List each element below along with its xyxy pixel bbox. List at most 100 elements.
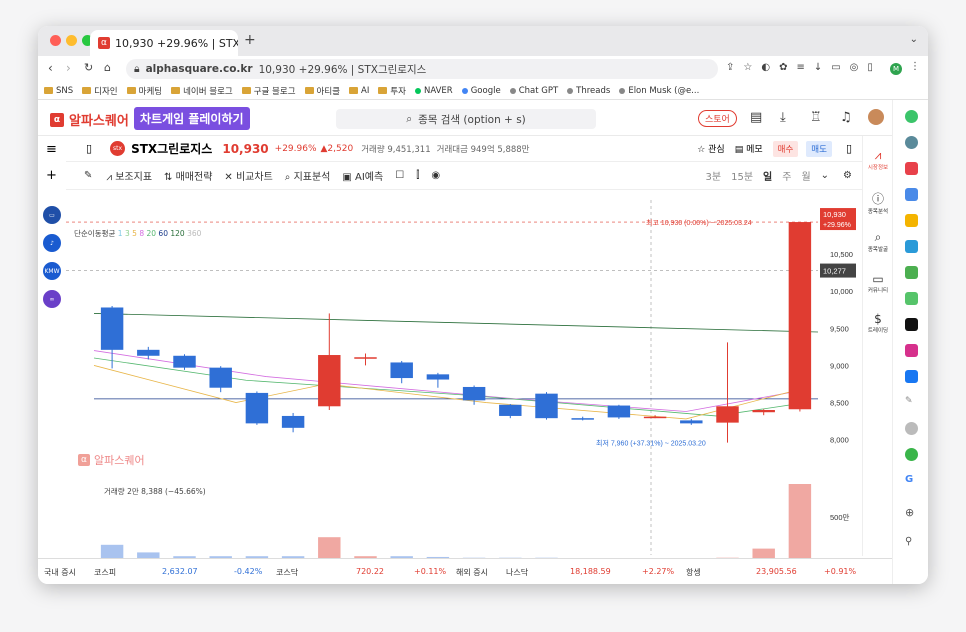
extension-icon[interactable] (905, 292, 918, 305)
camera-icon[interactable]: ◉ (431, 170, 440, 181)
market-info-menu[interactable]: ⩘ 시장정보 (863, 148, 893, 171)
plus-icon[interactable]: + (46, 168, 57, 183)
interval-week[interactable]: 주 (782, 168, 791, 183)
kosdaq-label[interactable]: 코스닥 (276, 567, 298, 578)
chart-area[interactable]: 10,500 10,000 9,500 9,000 8,500 8,000 500만 10,9… (66, 190, 862, 578)
interval-3m[interactable]: 3분 (706, 168, 722, 183)
profile-icon[interactable]: M (890, 63, 902, 75)
hangseng-label[interactable]: 항셍 (686, 567, 701, 578)
extension-icon[interactable] (905, 422, 918, 435)
bookmark-item[interactable]: 아티클 (304, 85, 340, 97)
url-field[interactable]: 🔒︎ alphasquare.co.kr 10,930 +29.96% | STX그… (126, 59, 718, 79)
candle-type-icon[interactable]: ⫿ (416, 170, 419, 181)
square-icon[interactable]: ☐ (395, 170, 404, 181)
community-menu[interactable]: ▭ 커뮤니티 (863, 272, 893, 294)
ma-60[interactable]: 60 (158, 229, 168, 238)
price-chart[interactable]: 10,500 10,000 9,500 9,000 8,500 8,000 500만 10,9… (66, 190, 862, 578)
menu-icon[interactable]: ⋮ (910, 61, 920, 72)
bookmark-item[interactable]: NAVER (414, 86, 453, 96)
interval-day[interactable]: 일 (763, 168, 772, 183)
tab-list-chevron-icon[interactable]: ⌄ (910, 34, 918, 45)
bookmark-item[interactable]: 마케팅 (126, 85, 162, 97)
ma-120[interactable]: 120 (170, 229, 184, 238)
trophy-icon[interactable]: ♖ (810, 110, 822, 125)
edge-icon[interactable] (905, 240, 918, 253)
pen-icon[interactable]: ✎ (905, 396, 918, 409)
sell-button[interactable]: 매도 (806, 140, 832, 157)
stock-name[interactable]: STX그린로지스 (131, 140, 212, 157)
ma-3[interactable]: 3 (125, 229, 130, 238)
compare-button[interactable]: ✕ 비교차트 (224, 168, 272, 183)
extension-icon[interactable] (905, 136, 918, 149)
extension-icon[interactable] (905, 188, 918, 201)
app-icon-4[interactable]: ∞ (43, 290, 61, 308)
analysis-button[interactable]: ⌕ 지표분석 (285, 168, 331, 183)
ma-8[interactable]: 8 (139, 229, 144, 238)
strategy-button[interactable]: ⇅ 매매전략 (164, 168, 212, 183)
chart-game-button[interactable]: 차트게임 플레이하기 (134, 107, 250, 130)
settings-icon[interactable]: ⚙ (843, 170, 852, 181)
bookmark-item[interactable]: 디자인 (82, 85, 118, 97)
site-logo[interactable]: α 알파스퀘어 (50, 110, 129, 129)
extension-icon[interactable] (905, 266, 918, 279)
interval-month[interactable]: 월 (801, 168, 810, 183)
reload-icon[interactable]: ↻ (84, 61, 93, 74)
indicator-button[interactable]: ⩘ 보조지표 (106, 168, 152, 183)
interval-15m[interactable]: 15분 (731, 168, 753, 183)
close-window-button[interactable] (50, 35, 61, 46)
home-icon[interactable]: ⌂ (104, 61, 111, 74)
bookmark-item[interactable]: 네이버 블로그 (171, 85, 233, 97)
nasdaq-label[interactable]: 나스닥 (506, 567, 528, 578)
ai-predict-button[interactable]: ▣ AI예측 (342, 168, 383, 183)
memo-button[interactable]: ▤ 메모 (735, 142, 763, 155)
minimize-window-button[interactable] (66, 35, 77, 46)
bookmark-item[interactable]: Google (461, 86, 501, 96)
extension-icon[interactable] (905, 448, 918, 461)
settings-icon[interactable]: ⚲ (905, 536, 918, 549)
draw-icon[interactable]: ✎ (84, 170, 92, 181)
layout-icon[interactable]: ▯ (846, 142, 852, 155)
back-icon[interactable]: ‹ (48, 61, 53, 75)
browser-toolbar-icons[interactable]: ⇪☆◐✿≡↓▭◎▯ (726, 62, 882, 73)
extension-icon[interactable] (905, 214, 918, 227)
ma-360[interactable]: 360 (187, 229, 201, 238)
notes-icon[interactable]: ▤ (750, 110, 762, 125)
ma-20[interactable]: 20 (146, 229, 156, 238)
new-tab-button[interactable]: + (244, 32, 256, 48)
tiktok-icon[interactable] (905, 318, 918, 331)
bookmark-item[interactable]: Elon Musk (@e... (619, 86, 699, 96)
bookmark-item[interactable]: 투자 (378, 85, 406, 97)
chevron-down-icon[interactable]: ⌄ (821, 170, 829, 181)
favorite-button[interactable]: ☆ 관심 (697, 142, 725, 155)
avatar[interactable] (868, 109, 884, 125)
kmw-icon[interactable]: KMW (43, 262, 61, 280)
stock-discovery-menu[interactable]: ⌕ 종목발굴 (863, 230, 893, 253)
buy-button[interactable]: 매수 (772, 140, 799, 157)
stock-search-input[interactable]: ⌕ 종목 검색 (option + s) (336, 109, 596, 129)
extension-icon[interactable] (905, 110, 918, 123)
forward-icon[interactable]: › (66, 61, 71, 75)
kospi-label[interactable]: 코스피 (94, 567, 116, 578)
app-icon-2[interactable]: ♪ (43, 234, 61, 252)
menu-icon[interactable]: ≡ (46, 142, 57, 157)
bookmark-item[interactable]: Threads (567, 86, 610, 96)
panel-icon[interactable]: ▯ (86, 142, 92, 155)
stock-analysis-menu[interactable]: ⓘ 종목분석 (863, 190, 893, 215)
ma-1[interactable]: 1 (118, 229, 123, 238)
store-button[interactable]: 스토어 (698, 110, 737, 127)
pocket-icon[interactable] (905, 162, 918, 175)
bell-icon[interactable]: ♫ (840, 110, 852, 125)
app-icon-1[interactable]: ▭ (43, 206, 61, 224)
bookmark-item[interactable]: SNS (44, 86, 73, 96)
ma-5[interactable]: 5 (132, 229, 137, 238)
browser-tab[interactable]: α10,930 +29.96% | STX그린로× (90, 30, 238, 56)
google-icon[interactable]: G (905, 474, 918, 487)
bookmark-item[interactable]: Chat GPT (509, 86, 558, 96)
download-icon[interactable]: ⤓ (780, 110, 786, 125)
facebook-icon[interactable] (905, 370, 918, 383)
bookmark-item[interactable]: AI (349, 86, 369, 96)
instagram-icon[interactable] (905, 344, 918, 357)
bookmark-item[interactable]: 구글 블로그 (241, 85, 296, 97)
add-extension-icon[interactable]: ⊕ (905, 506, 918, 519)
trading-menu[interactable]: $ 트레이딩 (863, 312, 893, 334)
